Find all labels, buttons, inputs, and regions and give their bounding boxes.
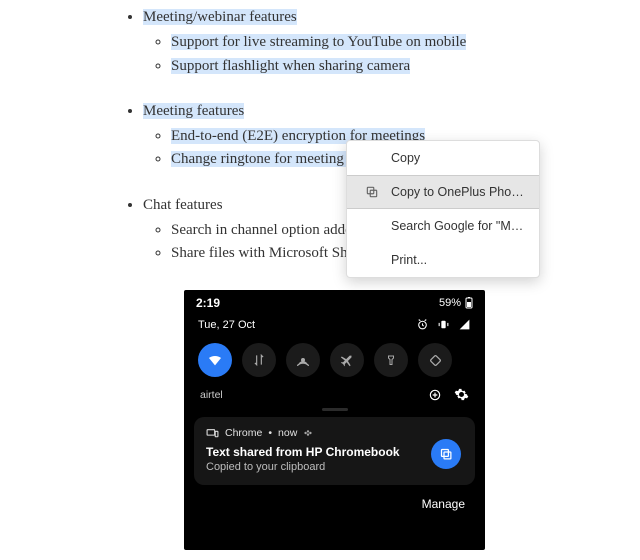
alarm-icon (416, 318, 429, 331)
data-saver-icon[interactable] (428, 388, 442, 402)
flashlight-tile[interactable] (374, 343, 408, 377)
status-battery: 59% (439, 297, 461, 309)
copy-icon (365, 185, 379, 199)
network-label: airtel (200, 389, 223, 401)
notification-title: Text shared from HP Chromebook (206, 445, 463, 459)
hotspot-tile[interactable] (286, 343, 320, 377)
manage-button[interactable]: Manage (184, 491, 485, 521)
quick-settings-tiles (184, 341, 485, 383)
drag-handle[interactable] (322, 408, 348, 411)
battery-icon (465, 297, 473, 309)
expand-icon (303, 429, 313, 437)
list-item: Share files with Microsoft Shar (171, 245, 359, 261)
notification-card[interactable]: Chrome • now Text shared from HP Chromeb… (194, 417, 475, 485)
list-item: Change ringtone for meeting in (171, 151, 359, 167)
status-date: Tue, 27 Oct (198, 319, 255, 331)
list-item: Support for live streaming to YouTube on… (171, 34, 466, 50)
menu-search-google[interactable]: Search Google for "Meeting/webinar (347, 209, 539, 243)
notification-body: Copied to your clipboard (206, 461, 463, 473)
notification-app: Chrome (225, 427, 262, 439)
section-header: Chat features (143, 197, 223, 213)
status-time: 2:19 (196, 296, 220, 310)
devices-icon (206, 428, 219, 439)
context-menu: Copy Copy to OnePlus Phone Search Google… (346, 140, 540, 278)
vibrate-icon (437, 318, 450, 331)
section-header: Meeting features (143, 103, 244, 119)
list-item: Search in channel option added (171, 222, 359, 238)
rotation-tile[interactable] (418, 343, 452, 377)
dot-separator: • (268, 427, 272, 439)
settings-gear-icon[interactable] (454, 387, 469, 402)
menu-copy-to-device[interactable]: Copy to OnePlus Phone (347, 175, 539, 209)
menu-copy[interactable]: Copy (347, 141, 539, 175)
signal-icon (458, 318, 471, 331)
notification-action-icon[interactable] (431, 439, 461, 469)
wifi-tile[interactable] (198, 343, 232, 377)
phone-screenshot: 2:19 59% Tue, 27 Oct (184, 290, 485, 550)
list-item: Support flashlight when sharing camera (171, 58, 410, 74)
data-tile[interactable] (242, 343, 276, 377)
section-header: Meeting/webinar features (143, 9, 297, 25)
menu-label: Copy to OnePlus Phone (391, 185, 525, 199)
menu-print[interactable]: Print... (347, 243, 539, 277)
airplane-tile[interactable] (330, 343, 364, 377)
notification-time: now (278, 427, 297, 439)
